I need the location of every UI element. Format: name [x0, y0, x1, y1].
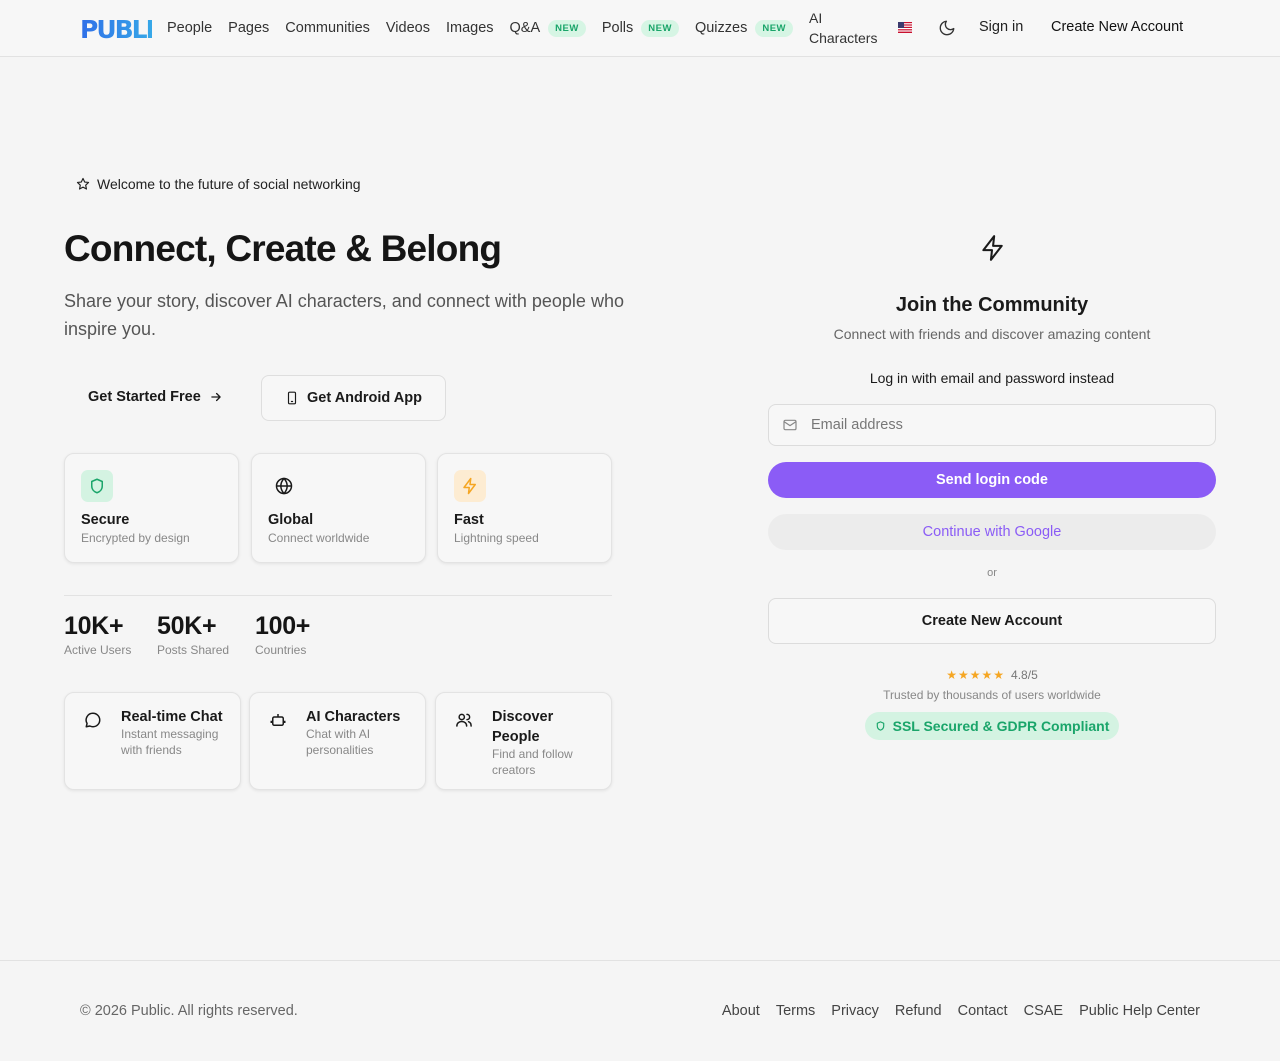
new-badge: NEW: [641, 19, 679, 37]
email-field-wrapper: [768, 404, 1216, 446]
copyright: © 2026 Public. All rights reserved.: [80, 1003, 298, 1019]
mini-card-title: Discover People: [492, 709, 554, 745]
moon-icon[interactable]: [938, 19, 956, 37]
rating: ★★★★★ 4.8/5: [768, 668, 1216, 682]
footer-link-refund[interactable]: Refund: [895, 1003, 942, 1019]
feature-title: Secure: [81, 512, 130, 528]
users-icon: [456, 713, 472, 727]
stars-icon: ★★★★★: [946, 668, 1006, 682]
nav-qa[interactable]: Q&A NEW: [510, 19, 586, 37]
footer-link-privacy[interactable]: Privacy: [831, 1003, 879, 1019]
or-divider: or: [987, 567, 997, 579]
top-navbar: PUBLIC People Pages Communities Videos I…: [0, 0, 1280, 57]
hero-title: Connect, Create & Belong: [64, 228, 502, 269]
trusted-text: Trusted by thousands of users worldwide: [883, 688, 1101, 702]
rating-value: 4.8/5: [1011, 668, 1038, 682]
mail-icon: [783, 419, 797, 431]
join-title: Join the Community: [895, 294, 1089, 316]
sign-in-link[interactable]: Sign in: [979, 19, 1023, 35]
feature-subtitle: Connect worldwide: [268, 531, 370, 545]
shield-icon: [81, 470, 113, 502]
nav-images[interactable]: Images: [446, 20, 494, 36]
stat-value: 10K+: [64, 612, 124, 640]
stat-label: Countries: [255, 643, 307, 657]
stat-value: 100+: [255, 612, 311, 640]
footer-links: About Terms Privacy Refund Contact CSAE …: [706, 1003, 1200, 1019]
mini-card-subtitle: Chat with AI personalities: [306, 727, 374, 757]
mini-card-discover: Discover People Find and follow creators: [435, 692, 612, 790]
nav-quizzes[interactable]: Quizzes NEW: [695, 19, 793, 37]
android-app-button[interactable]: Get Android App: [261, 375, 446, 421]
nav-people[interactable]: People: [167, 20, 212, 36]
public-logo[interactable]: PUBLIC: [80, 13, 152, 43]
mini-card-title: Real-time Chat: [121, 709, 223, 725]
google-login-button[interactable]: Continue with Google: [768, 514, 1216, 550]
footer-link-contact[interactable]: Contact: [958, 1003, 1008, 1019]
footer: © 2026 Public. All rights reserved. Abou…: [0, 960, 1280, 1061]
nav-communities[interactable]: Communities: [285, 20, 370, 36]
create-account-button[interactable]: Create New Account: [768, 598, 1216, 644]
new-badge: NEW: [548, 19, 586, 37]
stat-value: 50K+: [157, 612, 217, 640]
robot-icon: [270, 714, 286, 726]
new-badge: NEW: [755, 19, 793, 37]
welcome-tagline: Welcome to the future of social networki…: [76, 176, 361, 192]
mini-card-subtitle: Instant messaging with friends: [121, 727, 219, 757]
footer-link-about[interactable]: About: [722, 1003, 760, 1019]
stat-label: Active Users: [64, 643, 132, 657]
ssl-text: SSL Secured & GDPR Compliant: [892, 718, 1110, 734]
welcome-text: Welcome to the future of social networki…: [97, 176, 361, 192]
stat-active-users: 10K+ Active Users: [64, 612, 131, 657]
ssl-badge: SSL Secured & GDPR Compliant: [865, 712, 1119, 740]
android-label: Get Android App: [307, 390, 422, 406]
feature-title: Fast: [454, 512, 484, 528]
feature-title: Global: [268, 512, 314, 528]
send-login-code-button[interactable]: Send login code: [768, 462, 1216, 498]
nav-pages[interactable]: Pages: [228, 20, 269, 36]
section-divider: [64, 595, 612, 596]
stat-label: Posts Shared: [157, 643, 230, 657]
get-started-button[interactable]: Get Started Free: [88, 389, 223, 405]
bolt-icon: [982, 235, 1003, 261]
shield-icon: [876, 721, 884, 731]
stat-posts-shared: 50K+ Posts Shared: [157, 612, 229, 657]
bolt-icon: [454, 470, 486, 502]
svg-text:PUBLIC: PUBLIC: [80, 15, 152, 43]
chat-icon: [85, 712, 101, 728]
password-login-link[interactable]: Log in with email and password instead: [768, 370, 1216, 386]
feature-card-global: Global Connect worldwide: [251, 453, 426, 563]
arrow-right-icon: [211, 392, 221, 402]
feature-card-secure: Secure Encrypted by design: [64, 453, 239, 563]
nav-polls[interactable]: Polls NEW: [602, 19, 679, 37]
main-nav: People Pages Communities Videos Images Q…: [167, 0, 905, 56]
create-account-link[interactable]: Create New Account: [1051, 19, 1183, 35]
hero-subtitle: Share your story, discover AI characters…: [64, 291, 624, 339]
nav-ai-characters[interactable]: AI Characters: [809, 8, 889, 48]
mini-card-subtitle: Find and follow creators: [492, 747, 573, 777]
stat-countries: 100+ Countries: [255, 612, 310, 657]
star-icon: [76, 177, 90, 190]
footer-link-terms[interactable]: Terms: [776, 1003, 815, 1019]
mini-card-title: AI Characters: [306, 709, 401, 725]
get-started-label: Get Started Free: [88, 389, 201, 405]
feature-subtitle: Encrypted by design: [81, 531, 190, 545]
nav-videos[interactable]: Videos: [386, 20, 430, 36]
feature-card-fast: Fast Lightning speed: [437, 453, 612, 563]
footer-link-csae[interactable]: CSAE: [1024, 1003, 1064, 1019]
mini-card-ai: AI Characters Chat with AI personalities: [249, 692, 426, 790]
feature-subtitle: Lightning speed: [454, 531, 539, 545]
mini-card-chat: Real-time Chat Instant messaging with fr…: [64, 692, 241, 790]
join-subtitle: Connect with friends and discover amazin…: [833, 326, 1151, 342]
us-flag-icon[interactable]: [898, 22, 912, 33]
globe-icon: [268, 470, 300, 502]
footer-link-help-center[interactable]: Public Help Center: [1079, 1003, 1200, 1019]
phone-icon: [287, 391, 297, 405]
email-input[interactable]: [811, 417, 1191, 433]
